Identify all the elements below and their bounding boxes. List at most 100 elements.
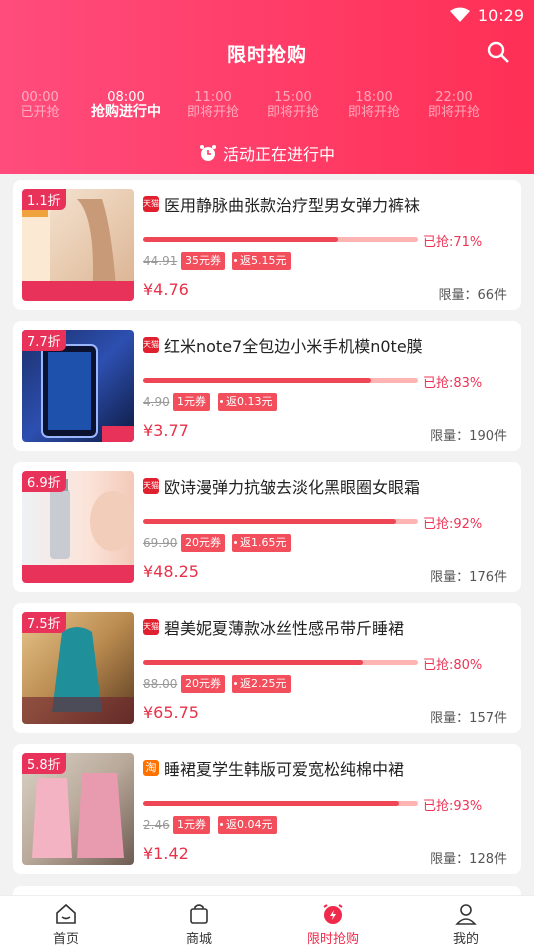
discount-badge: 6.9折: [22, 471, 66, 492]
coupon-badge: 20元券: [181, 675, 225, 693]
limit-quantity: 限量：66件: [438, 288, 507, 303]
tab-label: 我的: [452, 932, 479, 947]
search-icon[interactable]: [486, 40, 510, 64]
sold-progress-bar: [143, 237, 418, 242]
product-name: 天猫 欧诗漫弹力抗皱去淡化黑眼圈女眼霜: [143, 474, 513, 498]
time-slot-1500[interactable]: 15:00 即将开抢: [253, 90, 333, 120]
time-slot-1800[interactable]: 18:00 即将开抢: [334, 90, 414, 120]
time-slot-0800[interactable]: 08:00 抢购进行中: [86, 90, 166, 120]
activity-banner: 活动正在进行中: [0, 141, 534, 165]
header: 10:29 限时抢购 00:00 已开抢 08:00 抢购进行中 11:00 即将开抢…: [0, 0, 534, 174]
tab-flash-sale[interactable]: 限时抢购: [283, 902, 383, 947]
status-time: 10:29: [477, 5, 524, 25]
tmall-icon: 天猫: [143, 337, 159, 353]
home-icon: [56, 903, 76, 924]
tab-label: 限时抢购: [306, 932, 359, 947]
limit-quantity: 限量：157件: [430, 711, 507, 726]
rebate-badge: 返2.25元: [232, 675, 291, 693]
slot-status: 即将开抢: [427, 105, 480, 120]
sold-progress-fill: [143, 660, 363, 665]
tab-home[interactable]: 首页: [16, 902, 116, 947]
product-card[interactable]: 5.8折 淘睡裙夏学生韩版可爱宽松纯棉中裙 已抢:93% 2.46 1元券 返0…: [13, 744, 521, 874]
product-name: 淘睡裙夏学生韩版可爱宽松纯棉中裙: [143, 756, 513, 780]
bottom-tab-bar: 首页 商城 限时抢购 我的: [0, 895, 534, 949]
sale-price: ¥65.75: [143, 703, 199, 722]
sold-percent: 已抢:92%: [423, 517, 483, 532]
coupon-badge: 35元券: [181, 252, 225, 270]
product-thumbnail: 7.7折: [22, 330, 134, 442]
sold-progress-fill: [143, 519, 396, 524]
sold-percent: 已抢:71%: [423, 235, 483, 250]
tab-label: 商城: [185, 932, 212, 947]
product-card[interactable]: 6.9折 天猫 欧诗漫弹力抗皱去淡化黑眼圈女眼霜 已抢:92% 69.90 20元…: [13, 462, 521, 592]
slot-status: 即将开抢: [186, 105, 239, 120]
slot-status: 抢购进行中: [91, 104, 161, 120]
time-slot-tabs: 00:00 已开抢 08:00 抢购进行中 11:00 即将开抢 15:00 即将开抢 …: [0, 90, 534, 126]
sold-progress-bar: [143, 378, 418, 383]
product-title: 碧美妮夏薄款冰丝性感吊带斤睡裙: [164, 619, 405, 638]
sold-percent: 已抢:93%: [423, 799, 483, 814]
sale-price: ¥1.42: [143, 844, 189, 863]
sold-progress-bar: [143, 519, 418, 524]
slot-status: 已开抢: [20, 105, 60, 120]
sold-progress-fill: [143, 801, 399, 806]
original-price: 44.91: [143, 254, 178, 268]
original-price: 88.00: [143, 677, 178, 691]
tmall-icon: 天猫: [143, 196, 159, 212]
discount-badge: 1.1折: [22, 189, 66, 210]
sale-price: ¥3.77: [143, 421, 189, 440]
limit-quantity: 限量：190件: [430, 429, 507, 444]
product-thumbnail: 6.9折: [22, 471, 134, 583]
discount-badge: 7.5折: [22, 612, 66, 633]
slot-time: 15:00: [274, 90, 312, 105]
rebate-badge: 返0.13元: [218, 393, 277, 411]
product-name: 天猫 碧美妮夏薄款冰丝性感吊带斤睡裙: [143, 615, 513, 639]
discount-badge: 7.7折: [22, 330, 66, 351]
wifi-icon: [449, 7, 470, 22]
slot-status: 即将开抢: [266, 105, 319, 120]
alarm-clock-icon: [199, 145, 216, 161]
tab-label: 首页: [52, 932, 79, 947]
tab-mall[interactable]: 商城: [149, 902, 249, 947]
product-card[interactable]: 7.5折 天猫 碧美妮夏薄款冰丝性感吊带斤睡裙 已抢:80% 88.00 20元券…: [13, 603, 521, 733]
product-card[interactable]: 1.1折 天猫 医用静脉曲张款治疗型男女弹力裤袜 已抢:71% 44.91 35元…: [13, 180, 521, 310]
tab-profile[interactable]: 我的: [416, 902, 516, 947]
product-card[interactable]: 7.7折 天猫 红米note7全包边小米手机模n0te膜 已抢:83% 4.90 …: [13, 321, 521, 451]
alarm-clock-icon: [323, 904, 343, 924]
limit-quantity: 限量：128件: [430, 852, 507, 867]
tmall-icon: 天猫: [143, 619, 159, 635]
original-price: 69.90: [143, 536, 178, 550]
original-price: 2.46: [143, 818, 170, 832]
product-thumbnail: 1.1折: [22, 189, 134, 301]
product-title: 红米note7全包边小米手机模n0te膜: [164, 337, 423, 356]
rebate-badge: 返0.04元: [218, 816, 277, 834]
original-price: 4.90: [143, 395, 170, 409]
shopping-bag-icon: [190, 904, 208, 924]
sale-price: ¥48.25: [143, 562, 199, 581]
sold-progress-bar: [143, 660, 418, 665]
sale-price: ¥4.76: [143, 280, 189, 299]
sold-percent: 已抢:80%: [423, 658, 483, 673]
slot-time: 18:00: [355, 90, 393, 105]
product-title: 睡裙夏学生韩版可爱宽松纯棉中裙: [164, 760, 405, 779]
slot-time: 00:00: [21, 90, 59, 105]
page-title: 限时抢购: [226, 44, 307, 66]
product-thumbnail: 5.8折: [22, 753, 134, 865]
time-slot-2200[interactable]: 22:00 即将开抢: [414, 90, 494, 120]
product-title: 医用静脉曲张款治疗型男女弹力裤袜: [164, 196, 421, 215]
limit-quantity: 限量：176件: [430, 570, 507, 585]
sold-progress-fill: [143, 378, 372, 383]
product-name: 天猫 医用静脉曲张款治疗型男女弹力裤袜: [143, 192, 513, 216]
sold-percent: 已抢:83%: [423, 376, 483, 391]
discount-badge: 5.8折: [22, 753, 66, 774]
coupon-badge: 1元券: [173, 816, 210, 834]
rebate-badge: 返5.15元: [232, 252, 291, 270]
coupon-badge: 1元券: [173, 393, 210, 411]
time-slot-0000[interactable]: 00:00 已开抢: [0, 90, 80, 120]
sold-progress-fill: [143, 237, 339, 242]
tmall-icon: 天猫: [143, 478, 159, 494]
time-slot-1100[interactable]: 11:00 即将开抢: [173, 90, 253, 120]
user-icon: [455, 904, 477, 925]
coupon-badge: 20元券: [181, 534, 225, 552]
slot-time: 22:00: [435, 90, 473, 105]
